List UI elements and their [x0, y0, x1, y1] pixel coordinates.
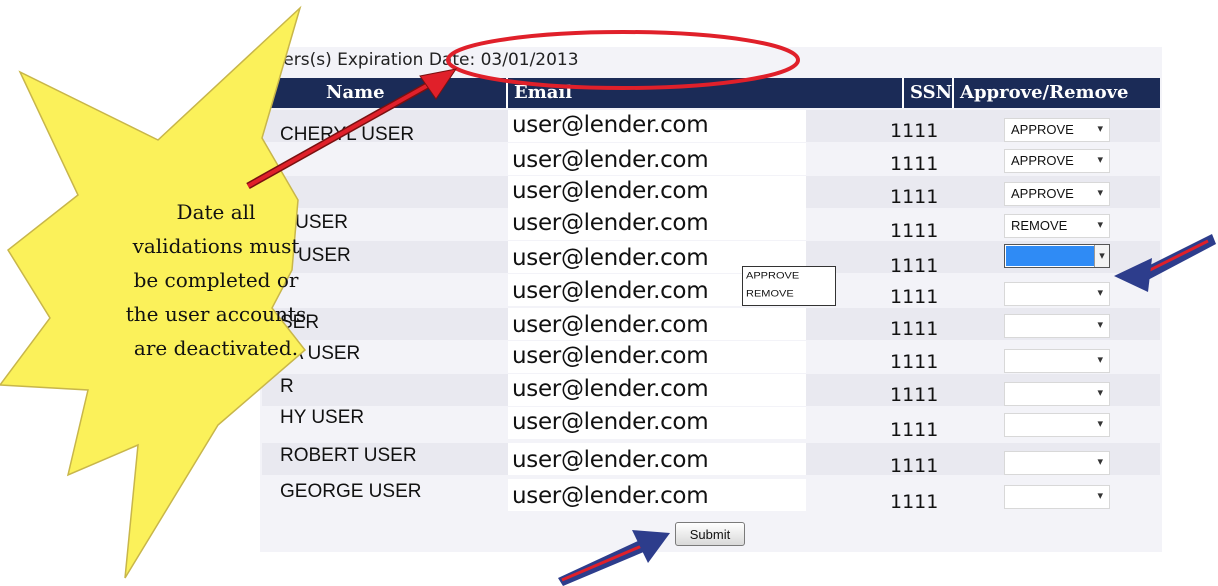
pointer-arrow [247, 82, 431, 188]
arrow-head-icon [1114, 258, 1152, 292]
callout-text: Date all validations must be completed o… [125, 200, 307, 360]
arrow-head-icon [419, 68, 458, 100]
highlight-ellipse [446, 30, 800, 90]
